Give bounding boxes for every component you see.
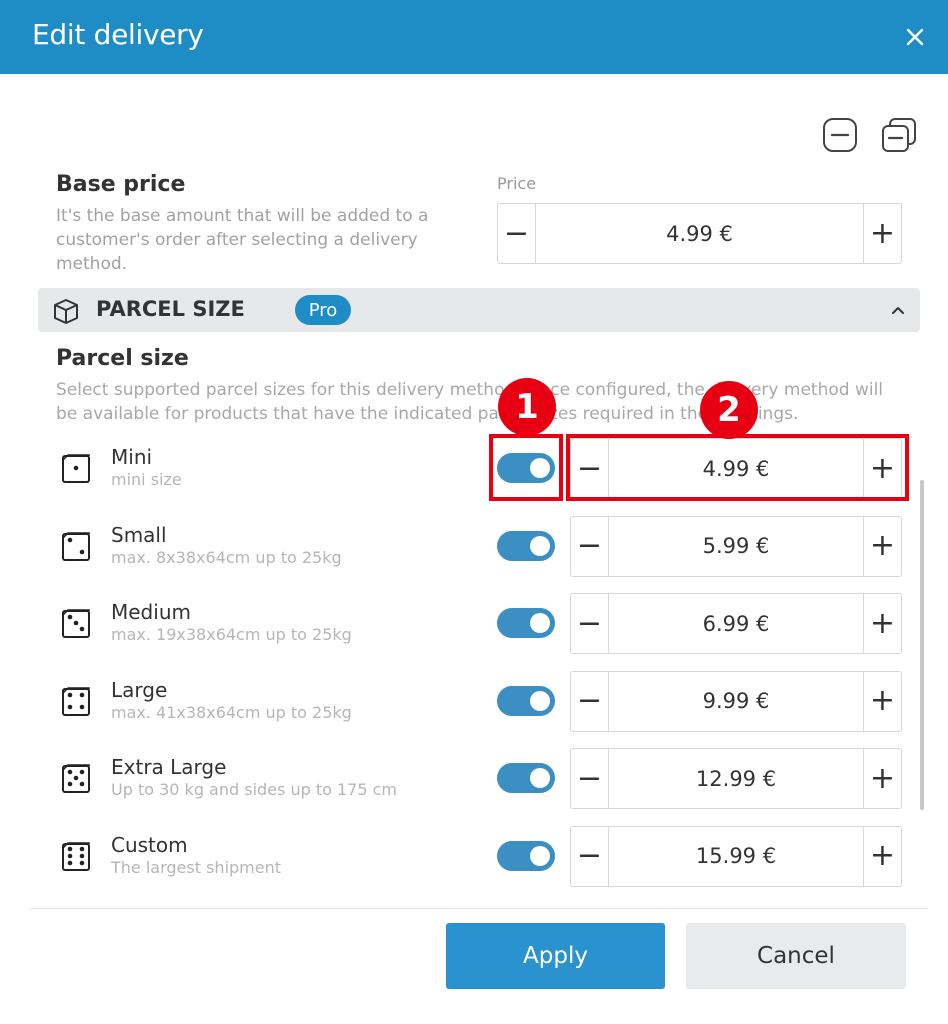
parcel-size-toggle[interactable] bbox=[497, 763, 555, 793]
dice-5-icon bbox=[62, 764, 90, 793]
increment-button[interactable]: + bbox=[863, 594, 901, 653]
parcel-size-detail: The largest shipment bbox=[111, 857, 282, 877]
copy-icon[interactable] bbox=[881, 117, 917, 153]
close-icon[interactable] bbox=[904, 26, 926, 48]
toggle-knob bbox=[530, 535, 550, 556]
decrement-button[interactable]: − bbox=[571, 516, 609, 576]
cancel-button[interactable]: Cancel bbox=[686, 923, 906, 989]
minus-icon: − bbox=[576, 528, 603, 563]
minus-icon: − bbox=[576, 760, 603, 796]
decrement-button[interactable]: − bbox=[571, 826, 609, 886]
chevron-up-icon[interactable] bbox=[890, 302, 906, 318]
parcel-size-detail: Up to 30 kg and sides up to 175 cm bbox=[111, 780, 397, 799]
dialog-header: Edit delivery bbox=[0, 0, 948, 74]
parcel-size-toggle[interactable] bbox=[497, 530, 555, 561]
increment-button[interactable]: + bbox=[863, 516, 901, 576]
parcel-size-toggle[interactable] bbox=[497, 685, 555, 716]
parcel-size-name: Medium bbox=[111, 600, 191, 624]
base-price-stepper: − 4.99 € + bbox=[497, 203, 902, 264]
dice-3-icon bbox=[62, 609, 90, 638]
annotation-marker-1: 1 bbox=[498, 378, 556, 436]
base-price-description: It's the base amount that will be added … bbox=[56, 206, 429, 274]
parcel-size-name: Custom bbox=[111, 832, 188, 857]
parcel-size-toggle[interactable] bbox=[497, 608, 555, 638]
toggle-knob bbox=[530, 845, 550, 866]
plus-icon: + bbox=[869, 605, 896, 641]
base-price-title: Base price bbox=[56, 172, 186, 197]
plus-icon: + bbox=[869, 683, 896, 718]
dice-4-icon bbox=[62, 686, 90, 716]
decrement-button[interactable]: − bbox=[571, 594, 609, 653]
increment-button[interactable]: + bbox=[863, 204, 901, 263]
increment-button[interactable]: + bbox=[863, 671, 901, 731]
highlight-price bbox=[566, 434, 909, 501]
box-icon bbox=[54, 299, 78, 324]
parcel-price-stepper: − 9.99 € + bbox=[570, 670, 902, 732]
decrement-button[interactable]: − bbox=[498, 204, 536, 263]
parcel-size-name: Small bbox=[111, 522, 167, 547]
parcel-size-section-header[interactable]: PARCEL SIZE Pro bbox=[38, 288, 920, 332]
parcel-size-detail: max. 8x38x64cm up to 25kg bbox=[111, 547, 342, 567]
parcel-price-stepper: − 6.99 € + bbox=[570, 593, 902, 654]
parcel-price-stepper: − 12.99 € + bbox=[570, 748, 902, 809]
parcel-price-input[interactable]: 12.99 € bbox=[609, 749, 863, 808]
parcel-size-name: Large bbox=[111, 677, 168, 702]
section-title: PARCEL SIZE bbox=[96, 297, 245, 321]
toggle-knob bbox=[530, 690, 550, 711]
minus-icon: − bbox=[576, 683, 603, 718]
toggle-knob bbox=[530, 613, 550, 633]
annotation-marker-2: 2 bbox=[700, 381, 758, 439]
collapse-all-icon[interactable] bbox=[822, 117, 858, 153]
highlight-toggle bbox=[489, 434, 563, 501]
parcel-price-input[interactable]: 15.99 € bbox=[609, 827, 863, 886]
parcel-price-stepper: − 5.99 € + bbox=[570, 515, 902, 577]
parcel-size-detail: max. 41x38x64cm up to 25kg bbox=[111, 702, 352, 722]
parcel-size-name: Mini bbox=[111, 445, 153, 469]
plus-icon: + bbox=[869, 838, 896, 873]
dialog-title: Edit delivery bbox=[32, 18, 204, 51]
minus-icon: − bbox=[503, 215, 530, 251]
parcel-size-detail: max. 19x38x64cm up to 25kg bbox=[111, 625, 352, 644]
plus-icon: + bbox=[869, 215, 896, 251]
plus-icon: + bbox=[869, 528, 896, 563]
pro-badge: Pro bbox=[295, 295, 351, 325]
parcel-price-input[interactable]: 5.99 € bbox=[609, 517, 863, 576]
parcel-size-heading: Parcel size bbox=[56, 346, 189, 371]
parcel-size-name: Extra Large bbox=[111, 755, 227, 779]
minus-icon: − bbox=[576, 838, 603, 873]
increment-button[interactable]: + bbox=[863, 826, 901, 886]
parcel-size-detail: mini size bbox=[111, 470, 182, 489]
apply-button[interactable]: Apply bbox=[446, 923, 665, 989]
parcel-price-stepper: − 15.99 € + bbox=[570, 825, 902, 887]
plus-icon: + bbox=[869, 760, 896, 796]
base-price-input[interactable]: 4.99 € bbox=[536, 204, 863, 263]
parcel-price-input[interactable]: 6.99 € bbox=[609, 594, 863, 653]
toggle-knob bbox=[530, 768, 550, 788]
price-label: Price bbox=[497, 174, 537, 193]
parcel-size-description: Select supported parcel sizes for this d… bbox=[56, 380, 884, 424]
dice-1-icon bbox=[62, 454, 90, 483]
dice-6-icon bbox=[62, 841, 90, 871]
scrollbar[interactable] bbox=[920, 480, 924, 810]
decrement-button[interactable]: − bbox=[571, 671, 609, 731]
dice-2-icon bbox=[62, 531, 90, 561]
footer-divider bbox=[30, 908, 928, 909]
parcel-price-input[interactable]: 9.99 € bbox=[609, 672, 863, 731]
parcel-size-toggle[interactable] bbox=[497, 840, 555, 871]
increment-button[interactable]: + bbox=[863, 749, 901, 808]
decrement-button[interactable]: − bbox=[571, 749, 609, 808]
minus-icon: − bbox=[576, 605, 603, 641]
